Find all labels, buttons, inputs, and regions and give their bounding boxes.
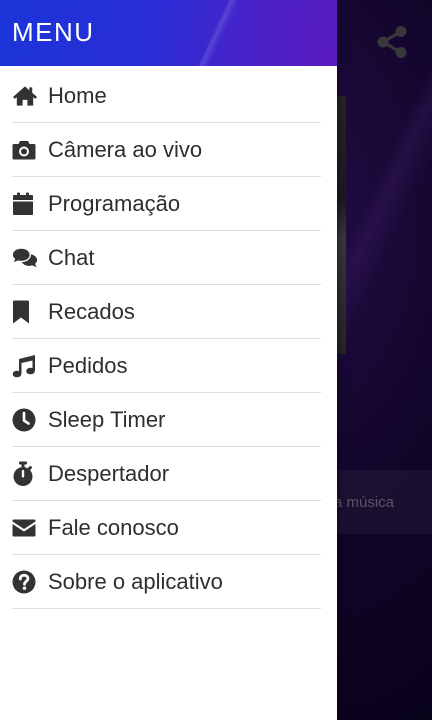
menu-item-about[interactable]: Sobre o aplicativo	[12, 555, 321, 609]
menu-item-requests[interactable]: Pedidos	[12, 339, 321, 393]
menu-item-messages[interactable]: Recados	[12, 285, 321, 339]
menu-item-label: Câmera ao vivo	[48, 136, 203, 162]
menu-list: Home Câmera ao vivo Programação Chat Rec…	[0, 66, 337, 609]
menu-item-label: Sobre o aplicativo	[48, 568, 223, 594]
menu-item-label: Pedidos	[48, 352, 128, 378]
menu-item-sleep-timer[interactable]: Sleep Timer	[12, 393, 321, 447]
menu-item-label: Sleep Timer	[48, 406, 166, 432]
chat-icon	[12, 245, 38, 271]
menu-item-camera[interactable]: Câmera ao vivo	[12, 123, 321, 177]
drawer-header: MENU	[0, 0, 337, 66]
calendar-icon	[12, 191, 38, 217]
menu-item-label: Chat	[48, 244, 95, 270]
drawer-title: MENU	[12, 17, 95, 47]
menu-item-schedule[interactable]: Programação	[12, 177, 321, 231]
menu-item-label: Despertador	[48, 460, 170, 486]
stopwatch-icon	[12, 461, 38, 487]
menu-item-label: Fale conosco	[48, 514, 179, 540]
envelope-icon	[12, 515, 38, 541]
clock-icon	[12, 407, 38, 433]
camera-icon	[12, 137, 38, 163]
menu-item-alarm[interactable]: Despertador	[12, 447, 321, 501]
navigation-drawer: MENU Home Câmera ao vivo Programação Cha…	[0, 0, 337, 720]
drawer-scrim[interactable]	[336, 0, 432, 720]
home-icon	[12, 83, 38, 109]
menu-item-label: Recados	[48, 298, 135, 324]
menu-item-home[interactable]: Home	[12, 66, 321, 123]
menu-item-label: Home	[48, 82, 107, 108]
question-circle-icon	[12, 569, 38, 595]
music-icon	[12, 353, 38, 379]
app-screen: a música MENU Home Câmera ao vivo Progra…	[0, 0, 432, 720]
menu-item-contact[interactable]: Fale conosco	[12, 501, 321, 555]
menu-item-chat[interactable]: Chat	[12, 231, 321, 285]
menu-item-label: Programação	[48, 190, 181, 216]
bookmark-icon	[12, 299, 38, 325]
